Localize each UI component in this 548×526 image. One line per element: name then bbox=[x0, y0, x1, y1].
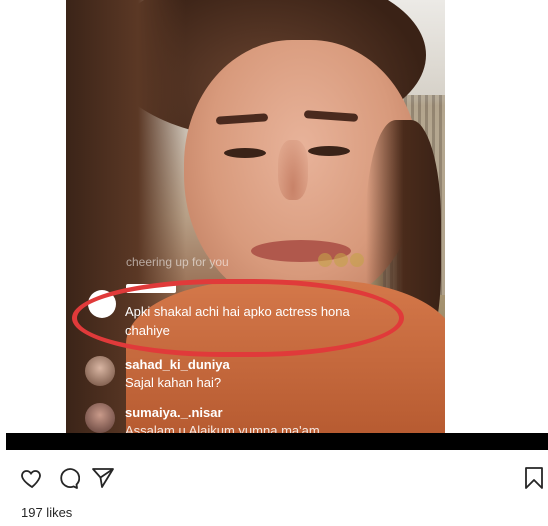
post-photo bbox=[66, 0, 445, 433]
cheer-comment-text: cheering up for you bbox=[126, 255, 229, 269]
comment-icon[interactable] bbox=[56, 466, 81, 490]
emoji-icon bbox=[350, 253, 364, 267]
post-media[interactable]: cheering up for you Apki shakal achi hai… bbox=[0, 0, 548, 433]
nose bbox=[278, 140, 308, 200]
comment-username[interactable]: sahad_ki_duniya bbox=[125, 357, 230, 372]
highlight-outline bbox=[72, 279, 404, 357]
emoji-icon bbox=[318, 253, 332, 267]
avatar[interactable] bbox=[85, 403, 115, 433]
eye-right bbox=[308, 146, 350, 156]
comment-text: Sajal kahan hai? bbox=[125, 375, 222, 390]
comment-text: Assalam u Alaikum yumna ma'am bbox=[125, 423, 320, 433]
heart-icon[interactable] bbox=[20, 466, 44, 490]
eye-left bbox=[224, 148, 266, 158]
likes-count[interactable]: 197 likes bbox=[21, 505, 72, 520]
avatar[interactable] bbox=[85, 356, 115, 386]
send-icon[interactable] bbox=[91, 466, 115, 490]
action-bar bbox=[0, 460, 548, 496]
bookmark-icon[interactable] bbox=[522, 466, 546, 490]
emoji-icon bbox=[334, 253, 348, 267]
separator-bar bbox=[6, 433, 548, 450]
comment-username[interactable]: sumaiya._.nisar bbox=[125, 405, 223, 420]
